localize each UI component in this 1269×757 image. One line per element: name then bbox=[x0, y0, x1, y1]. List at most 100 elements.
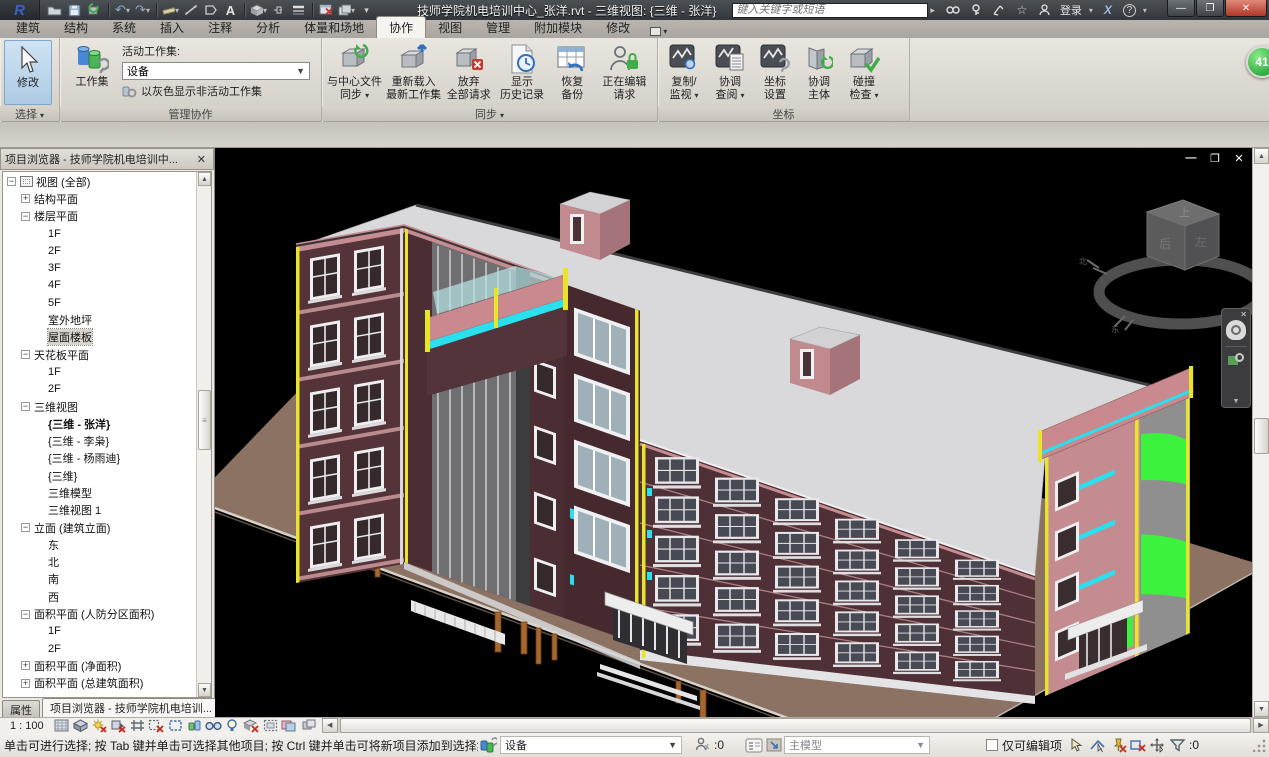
detail-level-icon[interactable] bbox=[52, 718, 71, 733]
analytical-model-icon[interactable] bbox=[280, 718, 299, 733]
active-workset-dropdown[interactable]: 设备▼ bbox=[122, 62, 310, 80]
measure-icon[interactable]: ▾ bbox=[162, 2, 179, 18]
tree-item-3d-lixiao[interactable]: {三维 - 李枭} bbox=[3, 432, 196, 449]
editing-requests-icon[interactable] bbox=[692, 736, 712, 754]
scroll-left-icon[interactable]: ◀ bbox=[322, 718, 338, 733]
tree-item-3d-model[interactable]: 三维模型 bbox=[3, 484, 196, 501]
zoom-icon[interactable] bbox=[1228, 353, 1244, 369]
tree-item-3d-views[interactable]: −三维视图 bbox=[3, 398, 196, 415]
scroll-down-icon[interactable]: ▼ bbox=[1254, 701, 1269, 717]
tree-item-elev-north[interactable]: 北 bbox=[3, 554, 196, 571]
scroll-up-icon[interactable]: ▲ bbox=[1254, 148, 1269, 164]
tree-item-ceiling-2f[interactable]: 2F bbox=[3, 381, 196, 398]
tree-item-3d-view-1[interactable]: 三维视图 1 bbox=[3, 502, 196, 519]
tree-item-ceiling-plans[interactable]: −天花板平面 bbox=[3, 346, 196, 363]
notification-badge[interactable]: 41 bbox=[1246, 46, 1269, 78]
coordination-host-button[interactable]: 协调主体 bbox=[798, 40, 840, 105]
tab-manage[interactable]: 管理 bbox=[474, 17, 522, 38]
tree-item-area-plans-civil[interactable]: −面积平面 (人防分区面积) bbox=[3, 605, 196, 622]
tree-item-floor-plans[interactable]: −楼层平面 bbox=[3, 208, 196, 225]
collapse-toggle[interactable]: − bbox=[21, 212, 30, 221]
press-drag-icon[interactable] bbox=[1068, 736, 1088, 754]
tab-annotate[interactable]: 注释 bbox=[196, 17, 244, 38]
select-panel-label[interactable]: 选择 ▾ bbox=[0, 106, 59, 121]
tree-scrollbar[interactable]: ▲ ≡ ▼ bbox=[196, 172, 211, 697]
navbar-close-icon[interactable]: ✕ bbox=[1240, 309, 1250, 319]
sync-central-icon[interactable] bbox=[86, 2, 103, 18]
temporary-hide-isolate-icon[interactable] bbox=[204, 718, 223, 733]
shadows-off-icon[interactable] bbox=[109, 718, 128, 733]
editing-requests-count[interactable]: :0 bbox=[714, 738, 724, 752]
tree-item-floor-1f[interactable]: 1F bbox=[3, 225, 196, 242]
scrollbar-thumb[interactable]: ≡ bbox=[198, 390, 211, 450]
design-options-pick-icon[interactable] bbox=[764, 736, 784, 754]
customize-qat-icon[interactable]: ▾ bbox=[358, 2, 375, 18]
aligned-dimension-icon[interactable] bbox=[182, 2, 199, 18]
tree-item-floor-3f[interactable]: 3F bbox=[3, 259, 196, 276]
tab-view[interactable]: 视图 bbox=[426, 17, 474, 38]
text-icon[interactable]: A bbox=[222, 2, 239, 18]
navbar-more-icon[interactable]: ▼ bbox=[1233, 398, 1240, 407]
design-options-dialog-icon[interactable] bbox=[744, 736, 764, 754]
copy-monitor-button[interactable]: 复制/监视 ▾ bbox=[662, 40, 706, 105]
tree-item-floor-2f[interactable]: 2F bbox=[3, 242, 196, 259]
resize-grip[interactable] bbox=[1253, 738, 1267, 752]
sun-path-off-icon[interactable] bbox=[90, 718, 109, 733]
tab-modify[interactable]: 修改 bbox=[594, 17, 642, 38]
collapse-toggle[interactable]: − bbox=[21, 523, 30, 532]
active-workset-status-dropdown[interactable]: 设备▼ bbox=[500, 736, 682, 754]
save-icon[interactable] bbox=[66, 2, 83, 18]
expand-toggle[interactable]: + bbox=[21, 661, 30, 670]
vertical-scrollbar[interactable]: ▲ ▼ bbox=[1252, 148, 1269, 717]
scale-button[interactable]: 1 : 100 bbox=[0, 720, 52, 732]
crop-view-icon[interactable] bbox=[128, 718, 147, 733]
sync-with-central-button[interactable]: 与中心文件同步 ▾ bbox=[326, 40, 383, 105]
ribbon-state-toggle[interactable]: ▾ bbox=[650, 27, 667, 38]
tree-item-3d-default[interactable]: {三维} bbox=[3, 467, 196, 484]
collapse-toggle[interactable]: − bbox=[21, 350, 30, 359]
synchronize-panel-label[interactable]: 同步 ▾ bbox=[322, 106, 657, 121]
tree-item-site-ground[interactable]: 室外地坪 bbox=[3, 311, 196, 328]
close-icon[interactable]: ✕ bbox=[194, 153, 209, 166]
switch-windows-icon[interactable]: ▾ bbox=[338, 2, 355, 18]
relinquish-all-button[interactable]: 放弃全部请求 bbox=[444, 40, 493, 105]
horizontal-scrollbar[interactable]: ◀ ▶ bbox=[322, 718, 1269, 734]
interference-check-button[interactable]: 碰撞检查 ▾ bbox=[842, 40, 886, 105]
subscription-icon[interactable] bbox=[968, 2, 984, 18]
navigation-bar[interactable]: ✕ ▼ bbox=[1221, 308, 1251, 408]
tree-item-area-1f[interactable]: 1F bbox=[3, 623, 196, 640]
tab-architecture[interactable]: 建筑 bbox=[4, 17, 52, 38]
tree-item-area-2f[interactable]: 2F bbox=[3, 640, 196, 657]
help-icon[interactable]: ? bbox=[1123, 4, 1136, 17]
restore-backup-button[interactable]: 恢复备份 bbox=[551, 40, 594, 105]
tab-structure[interactable]: 结构 bbox=[52, 17, 100, 38]
tab-systems[interactable]: 系统 bbox=[100, 17, 148, 38]
project-browser-titlebar[interactable]: 项目浏览器 - 技师学院机电培训中... ✕ bbox=[0, 148, 214, 170]
tree-item-elev-east[interactable]: 东 bbox=[3, 536, 196, 553]
search-icon[interactable] bbox=[945, 2, 961, 18]
tree-item-roof-slab[interactable]: 屋面楼板 bbox=[3, 329, 196, 346]
view-minimize-icon[interactable]: — bbox=[1184, 152, 1198, 165]
collapse-toggle[interactable]: − bbox=[7, 177, 16, 186]
steering-wheel-icon[interactable] bbox=[1226, 320, 1246, 340]
collapse-toggle[interactable]: − bbox=[21, 610, 30, 619]
selection-filter-icon[interactable] bbox=[1168, 736, 1188, 754]
open-icon[interactable] bbox=[46, 2, 63, 18]
signin-icon[interactable] bbox=[1037, 2, 1053, 18]
favorites-icon[interactable]: ☆ bbox=[1014, 2, 1030, 18]
communication-center-icon[interactable] bbox=[991, 2, 1007, 18]
tab-collaborate[interactable]: 协作 bbox=[376, 16, 426, 38]
section-icon[interactable] bbox=[270, 2, 287, 18]
select-links-icon[interactable] bbox=[1088, 736, 1108, 754]
expand-toggle[interactable]: + bbox=[21, 679, 30, 688]
scrollbar-thumb[interactable] bbox=[1254, 418, 1269, 454]
scroll-up-icon[interactable]: ▲ bbox=[198, 172, 211, 186]
crop-region-off-icon[interactable] bbox=[147, 718, 166, 733]
reveal-hidden-elements-icon[interactable] bbox=[223, 718, 242, 733]
tab-project-browser[interactable]: 项目浏览器 - 技师学院机电培训... bbox=[42, 698, 220, 717]
show-history-button[interactable]: 显示历史记录 bbox=[495, 40, 548, 105]
scroll-right-icon[interactable]: ▶ bbox=[1253, 718, 1269, 733]
worksets-status-icon[interactable] bbox=[478, 736, 498, 754]
maximize-button[interactable]: ❐ bbox=[1196, 0, 1224, 17]
select-underlay-off-icon[interactable] bbox=[1128, 736, 1148, 754]
